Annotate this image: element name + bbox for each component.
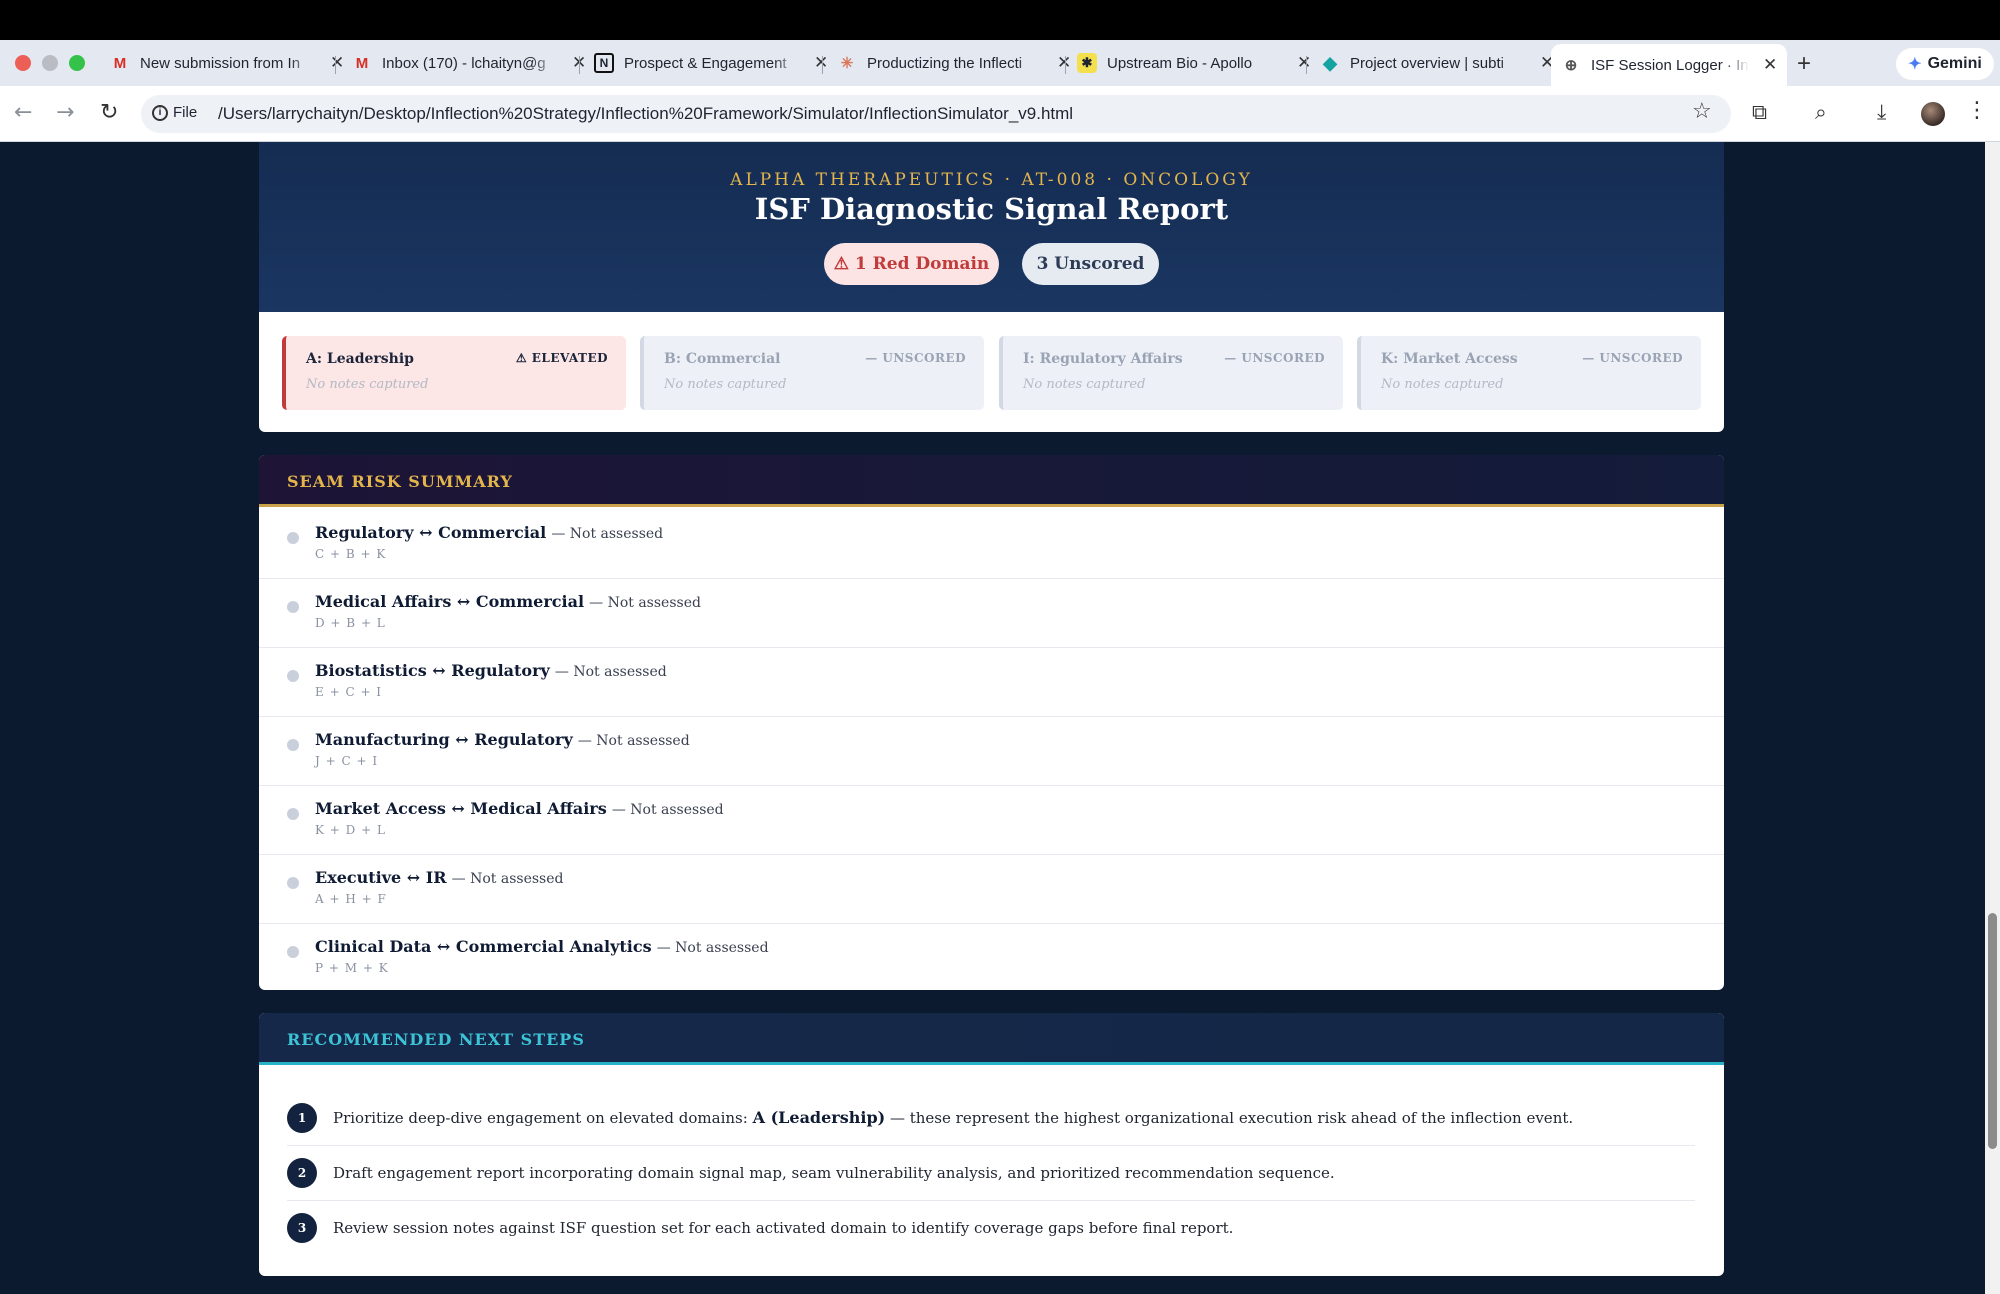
window-close-button[interactable] [15, 55, 31, 71]
window-zoom-button[interactable] [69, 55, 85, 71]
seam-row: Market Access ↔ Medical Affairs — Not as… [259, 786, 1724, 855]
status-badge: — UNSCORED [865, 351, 966, 365]
profile-avatar[interactable] [1921, 102, 1945, 126]
next-steps-panel: RECOMMENDED NEXT STEPS 1 Prioritize deep… [259, 1013, 1724, 1276]
seam-row: Medical Affairs ↔ Commercial — Not asses… [259, 579, 1724, 648]
os-top-bar [0, 0, 2000, 40]
domain-card-regulatory-affairs: I: Regulatory Affairs — UNSCORED No note… [999, 336, 1343, 410]
status-badge: — UNSCORED [1582, 351, 1683, 365]
seam-row: Biostatistics ↔ Regulatory — Not assesse… [259, 648, 1724, 717]
tab-project-overview[interactable]: ◆ Project overview | subti ✕ [1320, 46, 1554, 80]
domain-card-leadership: A: Leadership ⚠ ELEVATED No notes captur… [282, 336, 626, 410]
tab-isf-session-logger[interactable]: ⊕ ISF Session Logger · Inf ✕ [1551, 44, 1787, 86]
tab-new-submission[interactable]: M New submission from In ✕ [110, 46, 345, 80]
extensions-icon[interactable]: ⧉ [1752, 100, 1767, 125]
tab-divider [1065, 56, 1066, 74]
tab-inbox[interactable]: M Inbox (170) - lchaityn@g ✕ [352, 46, 587, 80]
page-title: ISF Diagnostic Signal Report [754, 192, 1229, 226]
apollo-icon: ✱ [1077, 53, 1097, 73]
tab-divider [335, 56, 336, 74]
step-item: 1 Prioritize deep-dive engagement on ele… [287, 1090, 1695, 1146]
status-badge: ⚠ ELEVATED [515, 351, 608, 365]
back-icon[interactable]: ← [14, 100, 32, 125]
report-header: ALPHA THERAPEUTICS · AT-008 · ONCOLOGY I… [259, 142, 1724, 312]
status-dot [287, 739, 299, 751]
tab-upstream-bio[interactable]: ✱ Upstream Bio - Apollo ✕ [1077, 46, 1311, 80]
domain-card-market-access: K: Market Access — UNSCORED No notes cap… [1357, 336, 1701, 410]
forward-icon[interactable]: → [56, 100, 74, 125]
gemini-button[interactable]: ✦ Gemini [1896, 48, 1994, 80]
status-dot [287, 946, 299, 958]
seam-row: Executive ↔ IR — Not assessed A + H + F [259, 855, 1724, 924]
step-number: 3 [287, 1213, 317, 1243]
unscored-badge: 3 Unscored [1022, 243, 1159, 285]
new-tab-button[interactable]: + [1797, 50, 1811, 78]
site-info-button[interactable]: i File [152, 104, 197, 121]
red-domain-badge: ⚠ 1 Red Domain [824, 243, 999, 285]
close-icon[interactable]: ✕ [330, 53, 344, 73]
close-icon[interactable]: ✕ [1297, 53, 1311, 73]
company-line: ALPHA THERAPEUTICS · AT-008 · ONCOLOGY [730, 170, 1253, 190]
window-minimize-button[interactable] [42, 55, 58, 71]
tab-search-icon[interactable]: ⌕ [1815, 100, 1827, 125]
domain-card-commercial: B: Commercial — UNSCORED No notes captur… [640, 336, 984, 410]
page-viewport: ALPHA THERAPEUTICS · AT-008 · ONCOLOGY I… [0, 142, 1985, 1294]
url-text[interactable]: /Users/larrychaityn/Desktop/Inflection%2… [218, 104, 1073, 124]
gmail-icon: M [355, 54, 369, 72]
section-heading: RECOMMENDED NEXT STEPS [287, 1030, 585, 1049]
status-dot [287, 670, 299, 682]
notion-icon: N [594, 53, 614, 73]
status-badge: — UNSCORED [1224, 351, 1325, 365]
status-dot [287, 601, 299, 613]
tab-prospect-engagement[interactable]: N Prospect & Engagement ✕ [594, 46, 828, 80]
tab-divider [579, 56, 580, 74]
seam-row: Regulatory ↔ Commercial — Not assessed C… [259, 510, 1724, 579]
tab-productizing[interactable]: ✳ Productizing the Inflecti ✕ [837, 46, 1072, 80]
reload-icon[interactable]: ↻ [100, 100, 118, 125]
seam-risk-header: SEAM RISK SUMMARY [259, 455, 1724, 507]
status-dot [287, 808, 299, 820]
more-menu-icon[interactable]: ⋮ [1966, 98, 1988, 123]
info-icon: i [152, 104, 168, 121]
step-number: 2 [287, 1158, 317, 1188]
step-number: 1 [287, 1103, 317, 1133]
bookmark-star-icon[interactable]: ☆ [1692, 99, 1712, 124]
download-icon[interactable]: ⤓ [1877, 100, 1886, 125]
gmail-icon: M [113, 54, 127, 72]
seam-row: Manufacturing ↔ Regulatory — Not assesse… [259, 717, 1724, 786]
section-heading: SEAM RISK SUMMARY [287, 472, 513, 491]
seam-risk-panel: SEAM RISK SUMMARY Regulatory ↔ Commercia… [259, 455, 1724, 990]
globe-icon: ⊕ [1564, 57, 1578, 74]
step-item: 2 Draft engagement report incorporating … [287, 1145, 1695, 1201]
tab-divider [1306, 56, 1307, 74]
seam-row: Clinical Data ↔ Commercial Analytics — N… [259, 924, 1724, 990]
status-dot [287, 877, 299, 889]
sparkle-icon: ✦ [1908, 56, 1922, 73]
diamond-icon: ◆ [1323, 52, 1337, 73]
status-dot [287, 532, 299, 544]
domain-panel: A: Leadership ⚠ ELEVATED No notes captur… [259, 312, 1724, 432]
claude-icon: ✳ [840, 55, 854, 72]
next-steps-header: RECOMMENDED NEXT STEPS [259, 1013, 1724, 1065]
scrollbar-thumb[interactable] [1988, 913, 1997, 1149]
tab-divider [822, 56, 823, 74]
step-item: 3 Review session notes against ISF quest… [287, 1200, 1695, 1256]
close-icon[interactable]: ✕ [1763, 55, 1777, 75]
